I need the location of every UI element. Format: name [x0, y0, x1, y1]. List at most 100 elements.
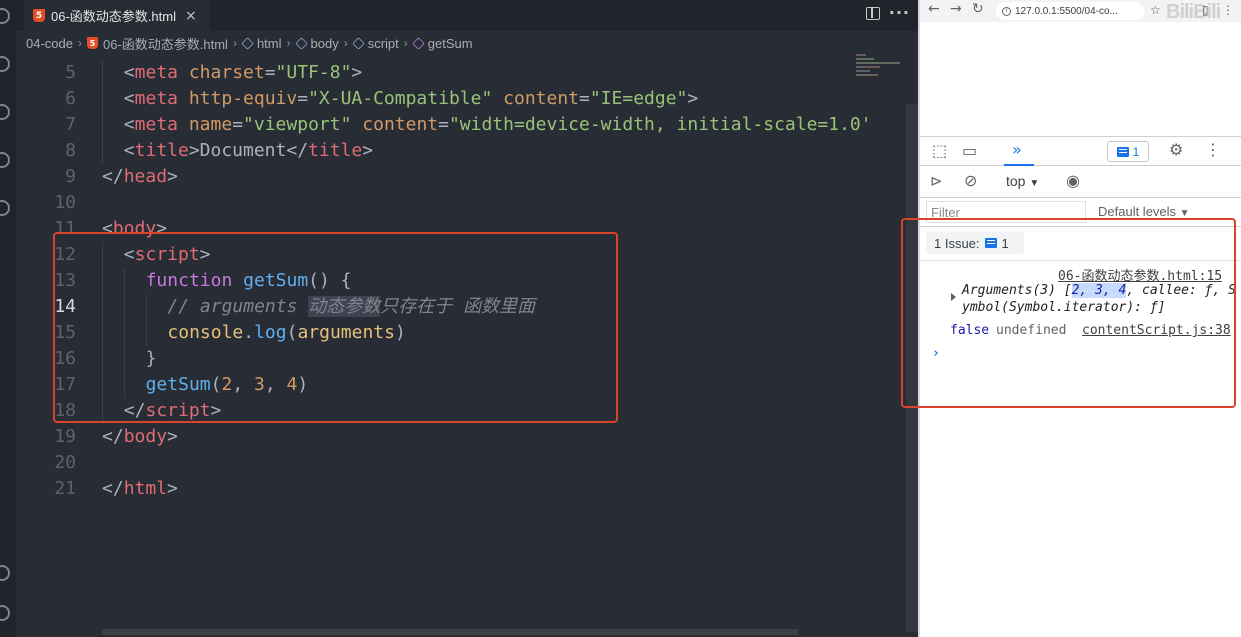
code-token: = — [438, 114, 449, 135]
code-token: name — [188, 114, 233, 135]
devtools-menu-icon[interactable]: ⋮ — [1205, 140, 1221, 159]
browser-toolbar: ← → ↻ i 127.0.0.1:5500/04-co... ☆ BiliBi… — [920, 0, 1241, 23]
code-token: < — [123, 88, 135, 109]
breadcrumb-script[interactable]: script — [368, 36, 399, 51]
code-token: "width=device-width, initial-scale=1.0' — [448, 114, 872, 135]
code-token: > — [167, 478, 178, 499]
breadcrumb-folder[interactable]: 04-code — [26, 36, 73, 51]
bookmark-star-icon[interactable]: ☆ — [1150, 3, 1161, 17]
breadcrumb-function[interactable]: getSum — [428, 36, 473, 51]
line-number: 21 — [54, 478, 76, 499]
code-token: "UTF-8" — [275, 62, 352, 83]
code-token: < — [123, 62, 135, 83]
chevron-right-icon: › — [403, 36, 408, 50]
log-levels-dropdown[interactable]: Default levels ▼ — [1098, 204, 1190, 219]
code-token: = — [579, 88, 590, 109]
code-token: < — [123, 114, 135, 135]
breadcrumb-html[interactable]: html — [257, 36, 282, 51]
line-number: 10 — [54, 192, 76, 213]
code-token: content — [362, 114, 439, 135]
code-token: meta — [134, 88, 178, 109]
browser-menu-icon[interactable]: ⋮ — [1222, 3, 1234, 17]
reload-icon[interactable]: ↻ — [972, 1, 984, 17]
forward-arrow-icon[interactable]: → — [950, 1, 962, 17]
code-line[interactable]: 6 <meta http-equiv="X-UA-Compatible" cont… — [0, 86, 918, 112]
live-expression-eye-icon[interactable]: ◉ — [1066, 171, 1080, 190]
code-token: = — [264, 62, 276, 83]
code-token: </ — [102, 166, 124, 187]
code-token: meta — [134, 62, 178, 83]
code-token: content — [503, 88, 579, 109]
code-line[interactable]: 7 <meta name="viewport" content="width=de… — [0, 112, 918, 138]
code-line[interactable]: 20 — [0, 450, 918, 476]
code-token: http-equiv — [188, 88, 298, 109]
code-line[interactable]: 21 </html> — [0, 476, 918, 502]
breadcrumb-file[interactable]: 06-函数动态参数.html — [103, 34, 228, 53]
dropdown-arrow-icon: ▼ — [1029, 178, 1040, 189]
line-number: 20 — [54, 452, 76, 473]
back-arrow-icon[interactable]: ← — [928, 1, 940, 17]
address-bar[interactable]: i 127.0.0.1:5500/04-co... — [996, 2, 1144, 20]
indent-guide — [102, 60, 103, 86]
line-number: 7 — [65, 114, 76, 135]
site-info-icon[interactable]: i — [1002, 6, 1011, 16]
code-token: = — [297, 88, 309, 109]
code-token: < — [123, 140, 135, 161]
html5-file-icon: 5 — [33, 9, 45, 22]
breadcrumb-body[interactable]: body — [311, 36, 339, 51]
line-number: 19 — [54, 426, 76, 447]
account-icon[interactable] — [0, 565, 10, 581]
editor-tab[interactable]: 5 06-函数动态参数.html × — [24, 0, 210, 31]
code-text: <meta charset="UTF-8"> — [124, 60, 362, 86]
device-toolbar-icon[interactable]: ▭ — [962, 141, 977, 160]
explorer-icon[interactable] — [0, 8, 10, 24]
annotation-highlight-box — [53, 232, 618, 423]
tab-close-icon[interactable]: × — [185, 8, 197, 24]
code-line[interactable]: 10 — [0, 190, 918, 216]
settings-gear-icon[interactable] — [0, 605, 10, 621]
code-text: <meta name="viewport" content="width=dev… — [124, 112, 872, 138]
horizontal-scrollbar[interactable] — [102, 629, 798, 635]
context-select[interactable]: top ▼ — [1006, 173, 1039, 189]
function-symbol-icon — [412, 36, 425, 50]
code-line[interactable]: 9 </head> — [0, 164, 918, 190]
watermark-logo: BiliBili — [1166, 1, 1221, 23]
line-number: 5 — [65, 62, 76, 83]
context-value: top — [1006, 173, 1026, 189]
element-symbol-icon — [351, 36, 365, 50]
code-editor[interactable]: 5 06-函数动态参数.html × ··· 04-code › 5 06-函数… — [0, 0, 918, 637]
breadcrumb: 04-code › 5 06-函数动态参数.html › html › body… — [26, 31, 473, 55]
sidebar-toggle-icon[interactable]: ⊳ — [930, 172, 943, 190]
code-line[interactable]: 19 </body> — [0, 424, 918, 450]
more-tabs-chevron-icon[interactable]: » — [1012, 140, 1022, 159]
tab-filename: 06-函数动态参数.html — [51, 9, 176, 24]
code-token: </ — [102, 426, 124, 447]
code-token: html — [123, 478, 168, 499]
code-line[interactable]: 8 <title>Document</title> — [0, 138, 918, 164]
code-text: </html> — [102, 476, 178, 502]
issues-counter-button[interactable]: 1 — [1107, 141, 1149, 162]
more-actions-icon[interactable]: ··· — [889, 3, 910, 22]
chevron-right-icon: › — [232, 36, 237, 50]
indent-guide — [102, 86, 103, 112]
clear-console-icon[interactable]: ⊘ — [964, 171, 977, 190]
code-line[interactable]: 5 <meta charset="UTF-8"> — [0, 60, 918, 86]
code-token: meta — [134, 114, 178, 135]
code-token: title — [134, 140, 189, 161]
settings-gear-icon[interactable]: ⚙ — [1169, 140, 1183, 159]
code-token: head — [123, 166, 168, 187]
window-icon[interactable]: ▯ — [1202, 3, 1209, 17]
annotation-highlight-box — [901, 218, 1236, 408]
message-icon — [1116, 146, 1129, 157]
code-token: > — [362, 140, 374, 161]
console-toolbar: ⊳ ⊘ top ▼ ◉ — [920, 166, 1241, 198]
devtools-toolbar: ⬚ ▭ » 1 ⚙ ⋮ — [920, 136, 1241, 166]
code-token: title — [308, 140, 363, 161]
inspect-element-icon[interactable]: ⬚ — [932, 141, 947, 160]
code-text: </head> — [102, 164, 178, 190]
line-number: 9 — [65, 166, 76, 187]
split-editor-icon[interactable] — [866, 7, 880, 20]
